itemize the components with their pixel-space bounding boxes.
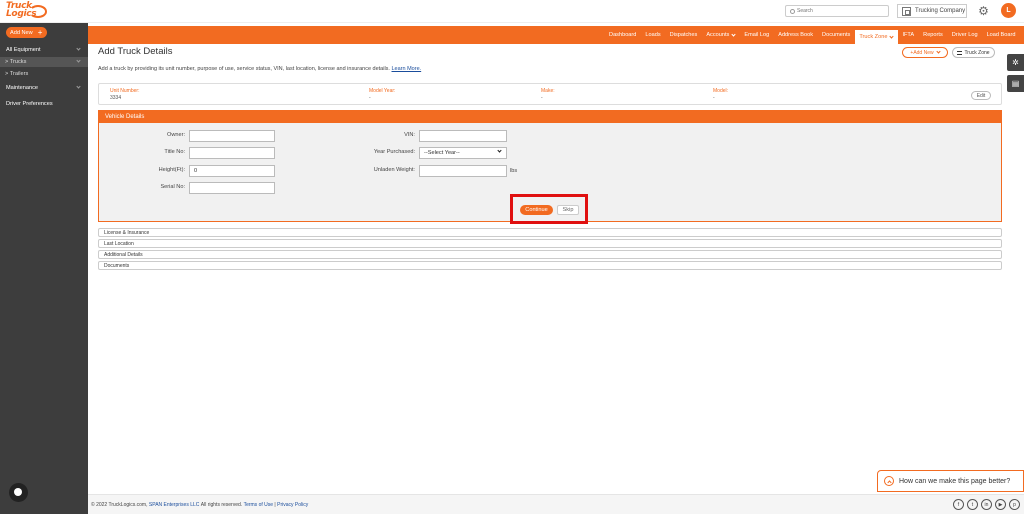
span-enterprises-link[interactable]: SPAN Enterprises LLC [149, 502, 199, 508]
company-name: Trucking Company [915, 8, 966, 14]
list-icon [957, 50, 963, 55]
vin-label: VIN: [404, 132, 415, 138]
year-purchased-label: Year Purchased: [373, 149, 415, 155]
gear-icon[interactable]: ⚙ [977, 4, 990, 18]
unladen-weight-input[interactable] [419, 165, 507, 177]
pinterest-icon[interactable]: p [1009, 499, 1020, 510]
serial-no-input[interactable] [189, 182, 275, 194]
truck-summary: Unit Number: 3334 Model Year: - Make: - … [98, 83, 1002, 105]
linkedin-icon[interactable]: in [981, 499, 992, 510]
truck-zone-button[interactable]: Truck Zone [952, 47, 995, 58]
social-links: f t in ▶ p [950, 499, 1020, 510]
nav-address-book[interactable]: Address Book [774, 26, 818, 44]
right-tools: ✲ ▤ [1007, 54, 1024, 96]
owner-label: Owner: [166, 132, 185, 138]
chevron-down-icon [76, 46, 81, 51]
model-label: Model: [713, 88, 729, 94]
footer: © 2022 TruckLogics.com, SPAN Enterprises… [88, 494, 1024, 514]
nav-loads[interactable]: Loads [641, 26, 665, 44]
make-value: - [541, 95, 543, 101]
chevron-down-icon [935, 49, 941, 54]
chevron-down-icon [889, 33, 895, 39]
truck-logics-logo[interactable]: Truck Logics [6, 2, 48, 21]
avatar[interactable]: L [1001, 3, 1016, 18]
section-license-insurance[interactable]: License & Insurance [98, 228, 1002, 237]
nav-load-board[interactable]: Load Board [982, 26, 1020, 44]
add-new-dropdown-button[interactable]: + Add New [902, 47, 948, 58]
sidebar-item-trucks[interactable]: > Trucks [0, 57, 88, 67]
settings-wheel-icon[interactable]: ✲ [1007, 54, 1024, 71]
section-last-location[interactable]: Last Location [98, 239, 1002, 248]
skip-button[interactable]: Skip [557, 205, 579, 215]
nav-ifta[interactable]: IFTA [898, 26, 919, 44]
unit-number-label: Unit Number: [110, 88, 140, 94]
chat-icon[interactable] [9, 483, 28, 502]
year-purchased-select[interactable]: --Select Year-- [419, 147, 507, 159]
add-new-label: Add New [10, 29, 33, 36]
youtube-icon[interactable]: ▶ [995, 499, 1006, 510]
nav-accounts[interactable]: Accounts [702, 26, 740, 44]
nav-dashboard[interactable]: Dashboard [605, 26, 641, 44]
search-box[interactable] [785, 5, 889, 17]
notes-icon[interactable]: ▤ [1007, 75, 1024, 92]
chevron-up-icon [884, 476, 894, 486]
make-label: Make: [541, 88, 555, 94]
sidebar-item-all-equipment[interactable]: All Equipment [0, 45, 88, 55]
learn-more-link[interactable]: Learn More. [392, 66, 422, 72]
model-value: - [713, 95, 715, 101]
edit-button[interactable]: Edit [971, 91, 991, 100]
model-year-value: - [369, 95, 371, 101]
section-documents[interactable]: Documents [98, 261, 1002, 270]
sidebar-item-driver-preferences[interactable]: Driver Preferences [0, 99, 88, 109]
section-additional-details[interactable]: Additional Details [98, 250, 1002, 259]
feedback-widget[interactable]: How can we make this page better? [877, 470, 1024, 492]
search-icon [790, 8, 795, 14]
nav-driver-log[interactable]: Driver Log [947, 26, 982, 44]
unit-number-value: 3334 [110, 95, 122, 101]
title-no-label: Title No: [164, 149, 185, 155]
unladen-weight-unit: lbs [510, 168, 518, 174]
terms-link[interactable]: Terms of Use [244, 502, 273, 508]
feedback-text: How can we make this page better? [899, 477, 1011, 485]
search-input[interactable] [797, 8, 877, 14]
title-no-input[interactable] [189, 147, 275, 159]
facebook-icon[interactable]: f [953, 499, 964, 510]
sidebar-item-maintenance[interactable]: Maintenance [0, 83, 88, 93]
unladen-weight-label: Unladen Weight: [373, 167, 415, 173]
nav-reports[interactable]: Reports [919, 26, 948, 44]
owner-input[interactable] [189, 130, 275, 142]
height-input[interactable] [189, 165, 275, 177]
logo-swoosh-icon [29, 5, 47, 18]
chevron-down-icon [497, 148, 502, 153]
chevron-down-icon [76, 58, 81, 63]
nav-dispatches[interactable]: Dispatches [665, 26, 702, 44]
twitter-icon[interactable]: t [967, 499, 978, 510]
nav-email-log[interactable]: Email Log [740, 26, 774, 44]
plus-icon: + [37, 28, 43, 37]
sidebar: Add New + All Equipment > Trucks > Trail… [0, 23, 88, 514]
page-title: Add Truck Details [98, 46, 173, 57]
company-selector[interactable]: Trucking Company [897, 4, 967, 18]
serial-no-label: Serial No: [160, 184, 185, 190]
model-year-label: Model Year: [369, 88, 396, 94]
privacy-link[interactable]: Privacy Policy [277, 502, 308, 508]
main-nav: Dashboard Loads Dispatches Accounts Emai… [88, 26, 1024, 44]
sidebar-item-trailers[interactable]: > Trailers [0, 69, 88, 79]
vin-input[interactable] [419, 130, 507, 142]
continue-button[interactable]: Continue [520, 205, 553, 215]
page-description: Add a truck by providing its unit number… [98, 66, 422, 72]
add-new-button[interactable]: Add New + [6, 27, 47, 38]
chevron-down-icon [76, 84, 81, 89]
nav-truck-zone[interactable]: Truck Zone [854, 30, 898, 44]
chevron-down-icon [731, 31, 736, 37]
nav-documents[interactable]: Documents [818, 26, 855, 44]
height-label: Height(Ft): [158, 167, 185, 173]
building-icon [902, 6, 911, 16]
vehicle-details-title: Vehicle Details [99, 111, 1001, 123]
top-header: Truck Logics Trucking Company ⚙ L [0, 0, 1024, 23]
